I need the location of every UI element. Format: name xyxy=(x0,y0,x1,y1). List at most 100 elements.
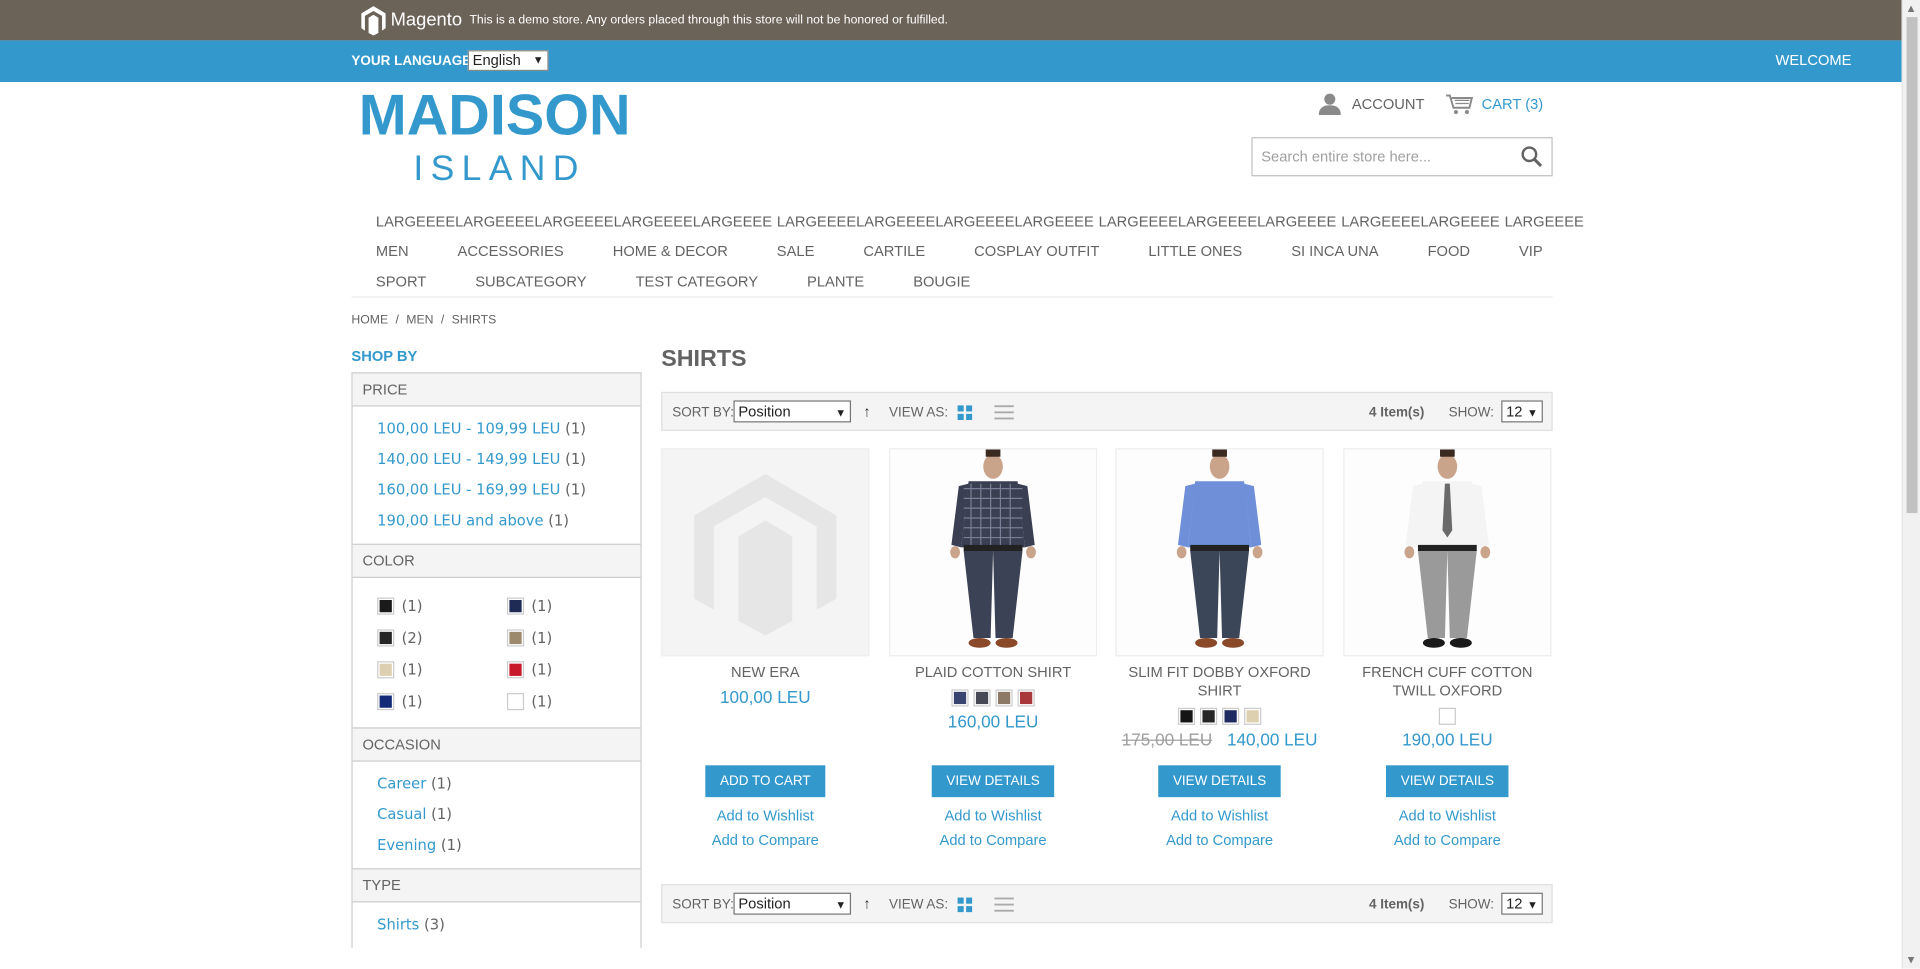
color-filter-option[interactable]: (1) xyxy=(506,622,637,654)
product-image[interactable] xyxy=(661,448,870,657)
product-card: NEW ERA 100,00 LEU ADD TO CART Add to Wishl… xyxy=(661,448,870,849)
page-scrollbar[interactable]: ▲ ▼ xyxy=(1901,0,1920,969)
product-name[interactable]: SLIM FIT DOBBY OXFORD SHIRT xyxy=(1116,664,1324,701)
filter-option[interactable]: Career (1) xyxy=(377,769,640,800)
filter-price-title[interactable]: PRICE xyxy=(352,372,641,407)
grid-view-icon[interactable] xyxy=(957,405,973,421)
filter-option[interactable]: Evening (1) xyxy=(377,830,640,861)
product-name[interactable]: PLAID COTTON SHIRT xyxy=(889,664,1097,682)
color-swatch[interactable] xyxy=(995,689,1013,707)
chevron-down-icon: ▼ xyxy=(1527,406,1538,419)
color-filter-option[interactable]: (1) xyxy=(377,686,507,718)
nav-item[interactable]: FOOD xyxy=(1428,242,1470,259)
nav-item[interactable]: LARGEEEELARGEEEELARGEEEELARGEEEELARGEEEE xyxy=(376,213,772,230)
nav-item[interactable]: HOME & DECOR xyxy=(613,242,728,259)
magento-logo[interactable]: Magento xyxy=(361,5,462,35)
nav-item[interactable]: CARTILE xyxy=(863,242,925,259)
special-price: 160,00 LEU xyxy=(947,711,1039,732)
color-swatch[interactable] xyxy=(1244,707,1262,725)
sort-direction-icon[interactable]: ↑ xyxy=(863,403,870,420)
filter-option[interactable]: 190,00 LEU and above (1) xyxy=(377,506,640,537)
nav-item[interactable]: SUBCATEGORY xyxy=(475,273,586,290)
chevron-down-icon: ▼ xyxy=(532,53,544,67)
filter-type-title[interactable]: TYPE xyxy=(352,868,641,903)
breadcrumb-home[interactable]: HOME xyxy=(351,313,388,326)
search-input[interactable]: Search entire store here... xyxy=(1251,137,1553,177)
scrollbar-thumb[interactable] xyxy=(1906,17,1918,514)
product-name[interactable]: FRENCH CUFF COTTON TWILL OXFORD xyxy=(1343,664,1551,701)
list-view-icon[interactable] xyxy=(994,404,1014,421)
color-swatch[interactable] xyxy=(1438,707,1456,725)
show-limit-value: 12 xyxy=(1506,895,1523,913)
filter-occasion-title[interactable]: OCCASION xyxy=(352,727,641,762)
nav-item[interactable]: LARGEEEELARGEEEELARGEEEELARGEEEE xyxy=(777,213,1094,230)
show-limit-select[interactable]: 12 ▼ xyxy=(1501,892,1543,915)
nav-item[interactable]: TEST CATEGORY xyxy=(636,273,758,290)
sort-direction-icon[interactable]: ↑ xyxy=(863,895,870,912)
sort-by-select[interactable]: Position ▼ xyxy=(733,892,852,915)
filter-option[interactable]: 100,00 LEU - 109,99 LEU (1) xyxy=(377,414,640,445)
nav-item[interactable]: LITTLE ONES xyxy=(1148,242,1242,259)
color-filter-option[interactable]: (1) xyxy=(506,654,637,686)
product-name[interactable]: NEW ERA xyxy=(661,664,869,682)
filter-option[interactable]: Shirts (3) xyxy=(377,910,640,941)
filter-option[interactable]: 140,00 LEU - 149,99 LEU (1) xyxy=(377,444,640,475)
nav-item[interactable]: VIP xyxy=(1519,242,1543,259)
add-to-cart-button[interactable]: ADD TO CART xyxy=(705,765,826,798)
color-swatch[interactable] xyxy=(973,689,991,707)
nav-item[interactable]: SI INCA UNA xyxy=(1291,242,1378,259)
color-swatch[interactable] xyxy=(1222,707,1240,725)
add-to-wishlist-link[interactable]: Add to Wishlist xyxy=(1116,807,1324,824)
cart-link[interactable]: CART (3) xyxy=(1445,93,1543,115)
store-logo[interactable]: MADISON ISLAND xyxy=(359,83,641,190)
view-details-button[interactable]: VIEW DETAILS xyxy=(1386,765,1509,798)
nav-item[interactable]: SALE xyxy=(777,242,815,259)
filter-option[interactable]: Casual (1) xyxy=(377,800,640,831)
add-to-compare-link[interactable]: Add to Compare xyxy=(1343,831,1551,848)
product-image[interactable] xyxy=(1343,448,1552,657)
grid-view-icon[interactable] xyxy=(957,897,973,913)
color-filter-option[interactable]: (1) xyxy=(377,590,507,622)
breadcrumb-men[interactable]: MEN xyxy=(406,313,433,326)
color-swatch[interactable] xyxy=(1200,707,1218,725)
nav-item[interactable]: SPORT xyxy=(376,273,426,290)
search-icon[interactable] xyxy=(1521,146,1543,168)
color-swatch[interactable] xyxy=(1017,689,1035,707)
add-to-wishlist-link[interactable]: Add to Wishlist xyxy=(1343,807,1551,824)
add-to-wishlist-link[interactable]: Add to Wishlist xyxy=(889,807,1097,824)
filter-color-title[interactable]: COLOR xyxy=(352,543,641,578)
account-link[interactable]: ACCOUNT xyxy=(1318,93,1425,116)
user-icon xyxy=(1318,93,1341,116)
product-image[interactable] xyxy=(888,448,1098,657)
nav-item[interactable]: LARGEEEELARGEEEE xyxy=(1341,213,1499,230)
nav-item[interactable]: MEN xyxy=(376,242,409,259)
language-select[interactable]: English ▼ xyxy=(467,50,549,72)
scroll-down-icon[interactable]: ▼ xyxy=(1908,955,1915,965)
filter-option[interactable]: 160,00 LEU - 169,99 LEU (1) xyxy=(377,475,640,506)
nav-item[interactable]: PLANTE xyxy=(807,273,864,290)
show-limit-select[interactable]: 12 ▼ xyxy=(1501,400,1543,423)
add-to-wishlist-link[interactable]: Add to Wishlist xyxy=(661,807,869,824)
view-details-button[interactable]: VIEW DETAILS xyxy=(1158,765,1281,798)
view-details-button[interactable]: VIEW DETAILS xyxy=(931,765,1055,798)
nav-item[interactable]: LARGEEEE xyxy=(1505,213,1584,230)
sort-by-select[interactable]: Position ▼ xyxy=(733,400,852,423)
add-to-compare-link[interactable]: Add to Compare xyxy=(661,831,869,848)
color-filter-option[interactable]: (1) xyxy=(506,686,637,718)
add-to-compare-link[interactable]: Add to Compare xyxy=(889,831,1097,848)
scroll-up-icon[interactable]: ▲ xyxy=(1908,4,1915,14)
nav-item[interactable]: COSPLAY OUTFIT xyxy=(974,242,1099,259)
color-filter-option[interactable]: (2) xyxy=(377,622,507,654)
color-filter-option[interactable]: (1) xyxy=(506,590,637,622)
add-to-compare-link[interactable]: Add to Compare xyxy=(1116,831,1324,848)
nav-item[interactable]: BOUGIE xyxy=(913,273,970,290)
nav-item[interactable]: LARGEEEELARGEEEELARGEEEE xyxy=(1099,213,1337,230)
list-view-icon[interactable] xyxy=(994,896,1014,913)
color-swatch[interactable] xyxy=(1177,707,1196,725)
product-image[interactable] xyxy=(1115,448,1324,657)
special-price: 190,00 LEU xyxy=(1402,729,1493,750)
toolbar-bottom: SORT BY: Position ▼ ↑ VIEW AS: 4 Item(s)… xyxy=(661,884,1553,924)
color-filter-option[interactable]: (1) xyxy=(377,654,507,686)
color-swatch[interactable] xyxy=(951,689,969,707)
nav-item[interactable]: ACCESSORIES xyxy=(458,242,564,259)
